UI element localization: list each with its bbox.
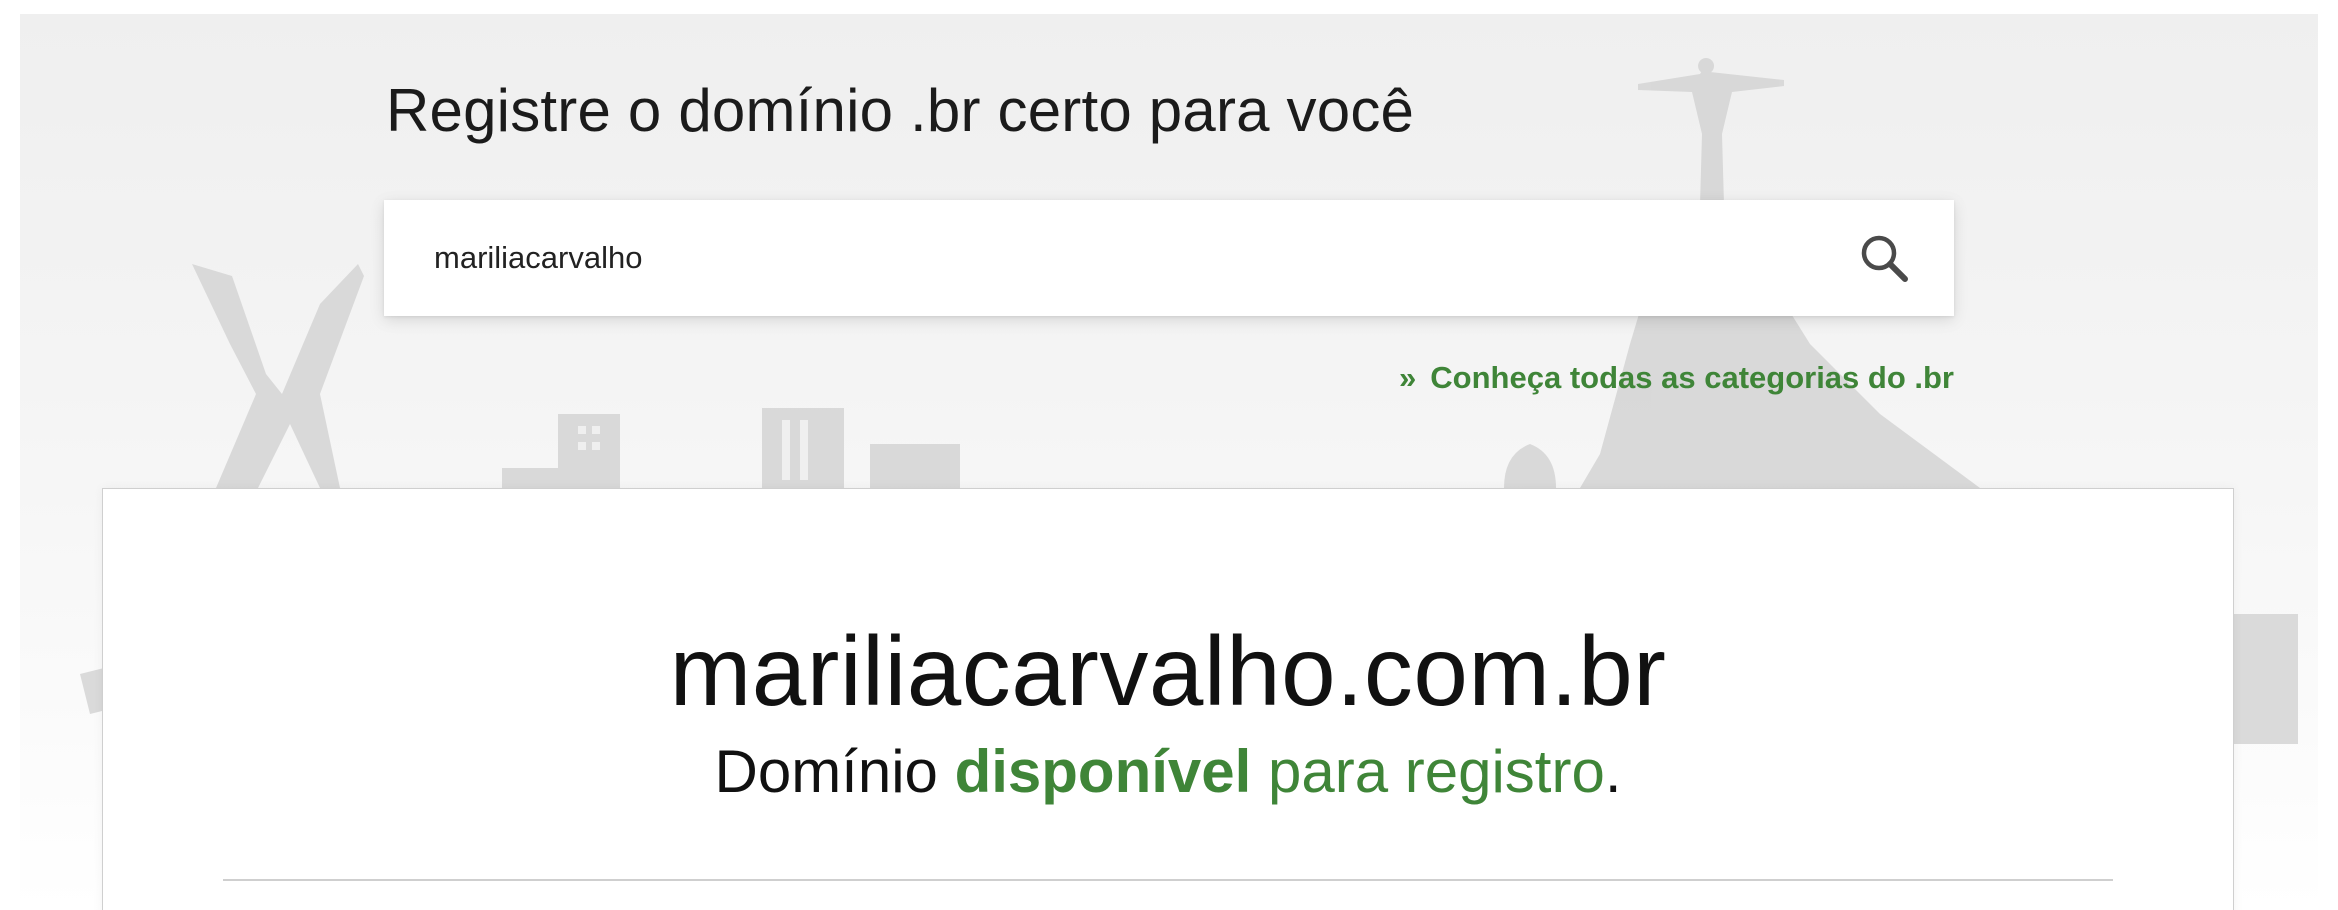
availability-prefix: Domínio bbox=[714, 738, 938, 805]
card-divider bbox=[223, 879, 2113, 881]
tower-structure bbox=[192, 264, 364, 488]
all-categories-link[interactable]: » Conheça todas as categorias do .br bbox=[1399, 360, 1954, 396]
page-title: Registre o domínio .br certo para você bbox=[386, 77, 1415, 144]
domain-result-name: mariliacarvalho.com.br bbox=[669, 616, 1667, 726]
availability-period: . bbox=[1604, 738, 1622, 805]
search-button[interactable] bbox=[1854, 228, 1914, 288]
availability-message: Domínio disponível para registro. bbox=[103, 737, 2233, 806]
christ-redeemer-statue bbox=[1638, 68, 1784, 204]
domain-search-input[interactable] bbox=[434, 200, 1814, 316]
all-categories-label: Conheça todas as categorias do .br bbox=[1430, 360, 1954, 395]
availability-status: disponível bbox=[954, 738, 1252, 805]
availability-suffix: para registro bbox=[1267, 738, 1605, 805]
search-box bbox=[384, 200, 1954, 316]
domain-result-card: mariliacarvalho.com.br Domínio disponíve… bbox=[102, 488, 2234, 910]
page-frame: Registre o domínio .br certo para você »… bbox=[20, 14, 2318, 910]
search-icon bbox=[1861, 235, 1908, 282]
double-chevron-right-icon: » bbox=[1399, 360, 1417, 395]
